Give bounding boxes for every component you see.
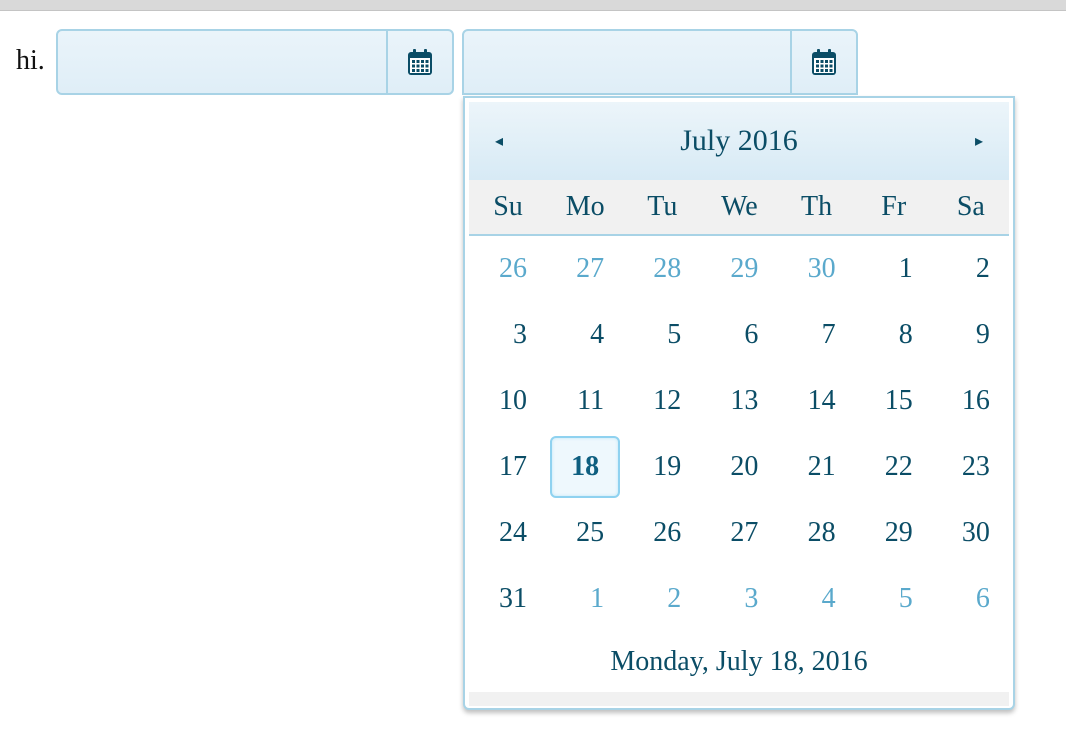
day-cell[interactable]: 23 bbox=[936, 436, 1006, 498]
weekday-label: Su bbox=[493, 191, 523, 222]
day-cell[interactable]: 24 bbox=[473, 502, 543, 564]
date-input-2[interactable] bbox=[464, 31, 792, 93]
today-footer[interactable]: Monday, July 18, 2016 bbox=[469, 632, 1009, 692]
weekday-header: Su Mo Tu We Th Fr Sa bbox=[469, 180, 1009, 236]
day-cell[interactable]: 10 bbox=[473, 370, 543, 432]
calendar-button-1[interactable] bbox=[386, 31, 452, 93]
day-cell[interactable]: 30 bbox=[936, 502, 1006, 564]
day-cell[interactable]: 12 bbox=[627, 370, 697, 432]
day-cell-other-month[interactable]: 30 bbox=[782, 238, 852, 300]
weekday-label: Mo bbox=[565, 191, 605, 222]
day-cell[interactable]: 25 bbox=[550, 502, 620, 564]
day-cell-other-month[interactable]: 27 bbox=[550, 238, 620, 300]
day-cell[interactable]: 13 bbox=[704, 370, 774, 432]
calendar-button-2[interactable] bbox=[790, 31, 856, 93]
day-cell[interactable]: 22 bbox=[859, 436, 929, 498]
day-cell[interactable]: 6 bbox=[704, 304, 774, 366]
weekday-label: Sa bbox=[956, 191, 985, 222]
date-picker-2 bbox=[462, 29, 858, 95]
day-cell-other-month[interactable]: 4 bbox=[782, 568, 852, 630]
page-label: hi. bbox=[16, 45, 45, 76]
day-cell[interactable]: 2 bbox=[936, 238, 1006, 300]
day-cell[interactable]: 28 bbox=[782, 502, 852, 564]
day-cell[interactable]: 7 bbox=[782, 304, 852, 366]
day-cell[interactable]: 3 bbox=[473, 304, 543, 366]
day-cell[interactable]: 8 bbox=[859, 304, 929, 366]
next-month-button[interactable]: ▸ bbox=[949, 102, 1009, 180]
calendar-icon bbox=[408, 49, 432, 75]
day-cell[interactable]: 16 bbox=[936, 370, 1006, 432]
top-strip bbox=[0, 0, 1066, 11]
day-cell[interactable]: 27 bbox=[704, 502, 774, 564]
day-cell-other-month[interactable]: 29 bbox=[704, 238, 774, 300]
day-cell-other-month[interactable]: 6 bbox=[936, 568, 1006, 630]
day-cell[interactable]: 4 bbox=[550, 304, 620, 366]
day-cell-other-month[interactable]: 2 bbox=[627, 568, 697, 630]
date-picker-1 bbox=[56, 29, 454, 95]
day-cell[interactable]: 29 bbox=[859, 502, 929, 564]
weekday-label: We bbox=[721, 191, 758, 222]
weekday-label: Th bbox=[801, 191, 833, 222]
footer-strip bbox=[469, 692, 1009, 706]
prev-month-button[interactable]: ◂ bbox=[469, 102, 529, 180]
weekday-label: Tu bbox=[647, 191, 678, 222]
calendar-icon bbox=[812, 49, 836, 75]
day-cell[interactable]: 21 bbox=[782, 436, 852, 498]
day-cell-other-month[interactable]: 28 bbox=[627, 238, 697, 300]
day-cell[interactable]: 20 bbox=[704, 436, 774, 498]
day-cell-other-month[interactable]: 1 bbox=[550, 568, 620, 630]
day-cell-other-month[interactable]: 26 bbox=[473, 238, 543, 300]
day-cell[interactable]: 11 bbox=[550, 370, 620, 432]
day-cell[interactable]: 26 bbox=[627, 502, 697, 564]
month-title[interactable]: July 2016 bbox=[529, 102, 949, 180]
chevron-right-icon: ▸ bbox=[974, 133, 984, 150]
day-cell[interactable]: 15 bbox=[859, 370, 929, 432]
day-cell[interactable]: 19 bbox=[627, 436, 697, 498]
calendar-header: ◂ July 2016 ▸ bbox=[469, 102, 1009, 180]
day-cell[interactable]: 5 bbox=[627, 304, 697, 366]
date-input-1[interactable] bbox=[58, 31, 388, 93]
weekday-label: Fr bbox=[881, 191, 907, 222]
day-cell[interactable]: 31 bbox=[473, 568, 543, 630]
day-grid: 26 27 28 29 30 1 2 3 4 5 6 7 8 9 10 11 12 13 14 15 16 17 18 19 2… bbox=[469, 236, 1009, 632]
day-cell-selected[interactable]: 18 bbox=[550, 436, 621, 498]
calendar-popup: ◂ July 2016 ▸ Su Mo Tu We Th Fr Sa 26 27 28 29 30 1… bbox=[463, 96, 1015, 710]
day-cell[interactable]: 1 bbox=[859, 238, 929, 300]
day-cell[interactable]: 14 bbox=[782, 370, 852, 432]
day-cell[interactable]: 17 bbox=[473, 436, 543, 498]
chevron-left-icon: ◂ bbox=[494, 133, 504, 150]
day-cell-other-month[interactable]: 3 bbox=[704, 568, 774, 630]
day-cell[interactable]: 9 bbox=[936, 304, 1006, 366]
day-cell-other-month[interactable]: 5 bbox=[859, 568, 929, 630]
